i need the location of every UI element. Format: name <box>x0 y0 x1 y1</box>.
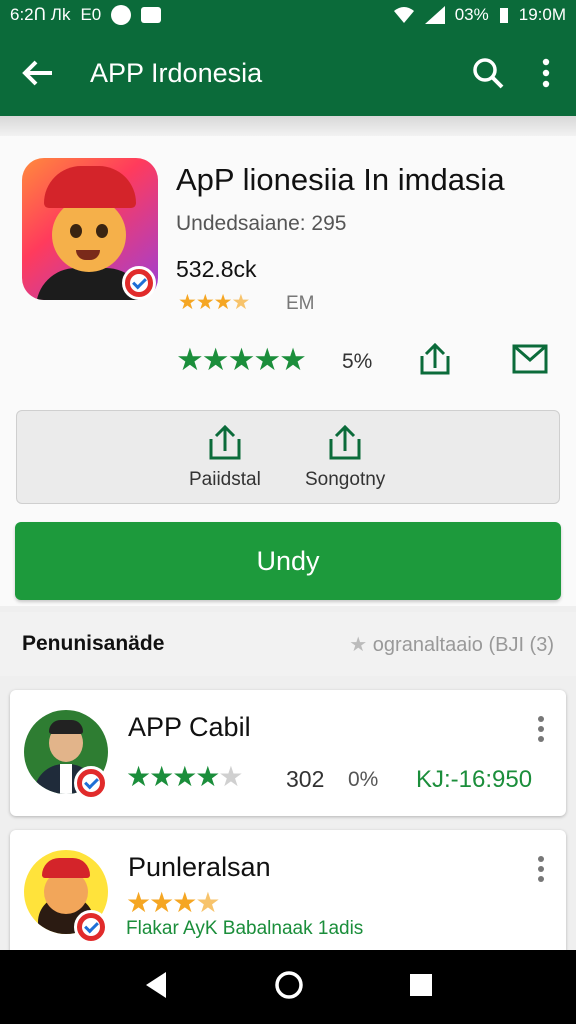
search-icon <box>473 58 504 89</box>
action-panel: Paiidstal Songotny <box>16 410 560 504</box>
list-item[interactable]: APP Cabil ★★★★★ 302 0% KJ:-16:950 <box>10 690 566 816</box>
app-bar-title: APP Irdonesia <box>90 57 263 88</box>
upload-icon <box>209 424 241 460</box>
size-label: EM <box>286 293 315 314</box>
rating-stars-big: ★★★★★ <box>176 342 307 377</box>
share-button[interactable] <box>418 342 452 381</box>
app-bar: APP Irdonesia <box>0 30 576 116</box>
list-item-subtitle: Flakar AyK Babalnaak 1adis <box>126 918 364 939</box>
rating-stars: ★★★★ <box>178 291 250 314</box>
arrow-left-icon <box>22 60 52 86</box>
action-songotny[interactable]: Songotny <box>305 423 385 491</box>
overflow-menu-button[interactable] <box>536 55 556 91</box>
more-vert-icon[interactable] <box>538 716 544 742</box>
battery-percent: 03% <box>454 5 489 24</box>
section-header: Penunisanäde ★ ogranaltaaio (BJI (3) <box>0 612 576 676</box>
notification-icon <box>111 5 132 25</box>
nav-back-button[interactable] <box>142 970 170 1005</box>
verified-badge-icon <box>74 910 108 944</box>
media-icon <box>141 7 162 23</box>
rating-stars: ★★★★★ <box>126 761 244 792</box>
system-nav-bar <box>0 950 576 1024</box>
action-paiidstal[interactable]: Paiidstal <box>189 423 261 491</box>
status-left: 6:2Ո Лk E0 <box>10 5 162 25</box>
developer-label: Undedsaiane: 295 <box>176 212 347 235</box>
verified-badge-icon <box>122 266 156 300</box>
nav-home-button[interactable] <box>273 969 305 1006</box>
nav-home-icon <box>275 970 303 999</box>
action-label: Songotny <box>305 469 386 490</box>
more-vert-icon <box>542 58 550 88</box>
list-item-title: APP Cabil <box>128 712 251 742</box>
status-bar: 6:2Ո Лk E0 03% 19:0M <box>0 0 576 30</box>
more-vert-icon[interactable] <box>538 856 544 882</box>
app-name: ApP lionesiia In imdasia <box>176 162 505 197</box>
nav-back-icon <box>145 971 166 998</box>
list-item[interactable]: Punleralsan ★★★★ Flakar AyK Babalnaak 1a… <box>10 830 566 970</box>
status-right: 03% 19:0M <box>393 5 566 25</box>
search-button[interactable] <box>470 55 506 91</box>
section-title: Penunisanäde <box>22 632 165 655</box>
rating-percent: 5% <box>342 350 373 373</box>
section-sort[interactable]: ★ ogranaltaaio (BJI (3) <box>349 632 554 657</box>
mail-icon <box>512 344 548 374</box>
battery-icon <box>499 8 508 23</box>
list-item-price: KJ:-16:950 <box>416 766 533 793</box>
rating-stars: ★★★★ <box>126 887 220 918</box>
share-icon <box>420 342 450 375</box>
signal-icon <box>424 6 445 24</box>
wifi-icon <box>393 7 414 23</box>
review-count: 302 <box>286 766 325 792</box>
action-label: Paiidstal <box>189 469 261 490</box>
list-item-title: Punleralsan <box>128 852 271 882</box>
upload-icon <box>329 424 361 460</box>
star-icon: ★ <box>349 634 368 656</box>
primary-button[interactable]: Undy <box>15 522 561 600</box>
status-time-left: 6:2Ո Лk <box>10 5 71 24</box>
downloads-count: 532.8ck <box>176 256 257 282</box>
app-header-card: ApP lionesiia In imdasia Undedsaiane: 29… <box>0 136 576 606</box>
status-carrier: E0 <box>80 5 102 24</box>
app-bar-shadow <box>0 116 576 136</box>
status-clock: 19:0M <box>518 5 566 24</box>
back-button[interactable] <box>20 55 56 91</box>
nav-recents-icon <box>410 973 433 996</box>
message-button[interactable] <box>512 342 548 379</box>
section-sort-label: ogranaltaaio (BJI (3) <box>372 634 554 656</box>
verified-badge-icon <box>74 766 108 800</box>
nav-recents-button[interactable] <box>408 972 434 1003</box>
list-item-percent: 0% <box>348 768 379 791</box>
